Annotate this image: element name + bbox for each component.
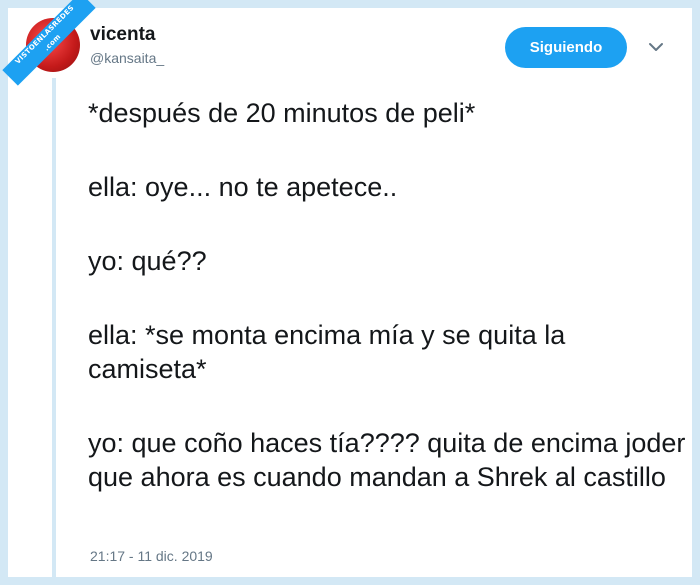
tweet-paragraph: *después de 20 minutos de peli* xyxy=(88,98,476,128)
tweet-card: VISTOENLASREDES .com vicenta @kansaita_ … xyxy=(0,0,700,585)
following-button[interactable]: Siguiendo xyxy=(505,27,627,68)
chevron-down-icon[interactable] xyxy=(645,38,667,56)
user-handle[interactable]: @kansaita_ xyxy=(90,50,164,66)
tweet-paragraph: ella: *se monta encima mía y se quita la… xyxy=(88,320,566,384)
frame-border-left xyxy=(0,0,8,585)
tweet-paragraph: yo: qué?? xyxy=(88,246,207,276)
thread-line xyxy=(52,78,56,585)
frame-border-bottom xyxy=(0,577,700,585)
watermark-logo: VISTOENLASREDES .com xyxy=(2,0,96,86)
user-name[interactable]: vicenta xyxy=(90,24,155,46)
tweet-paragraph: yo: que coño haces tía???? quita de enci… xyxy=(88,428,686,492)
tweet-timestamp[interactable]: 21:17 - 11 dic. 2019 xyxy=(90,548,213,564)
tweet-text: *después de 20 minutos de peli* ella: oy… xyxy=(88,96,688,494)
tweet-paragraph: ella: oye... no te apetece.. xyxy=(88,172,398,202)
watermark-domain: .com xyxy=(42,32,63,53)
frame-border-right xyxy=(692,0,700,585)
frame-border-top xyxy=(0,0,700,8)
